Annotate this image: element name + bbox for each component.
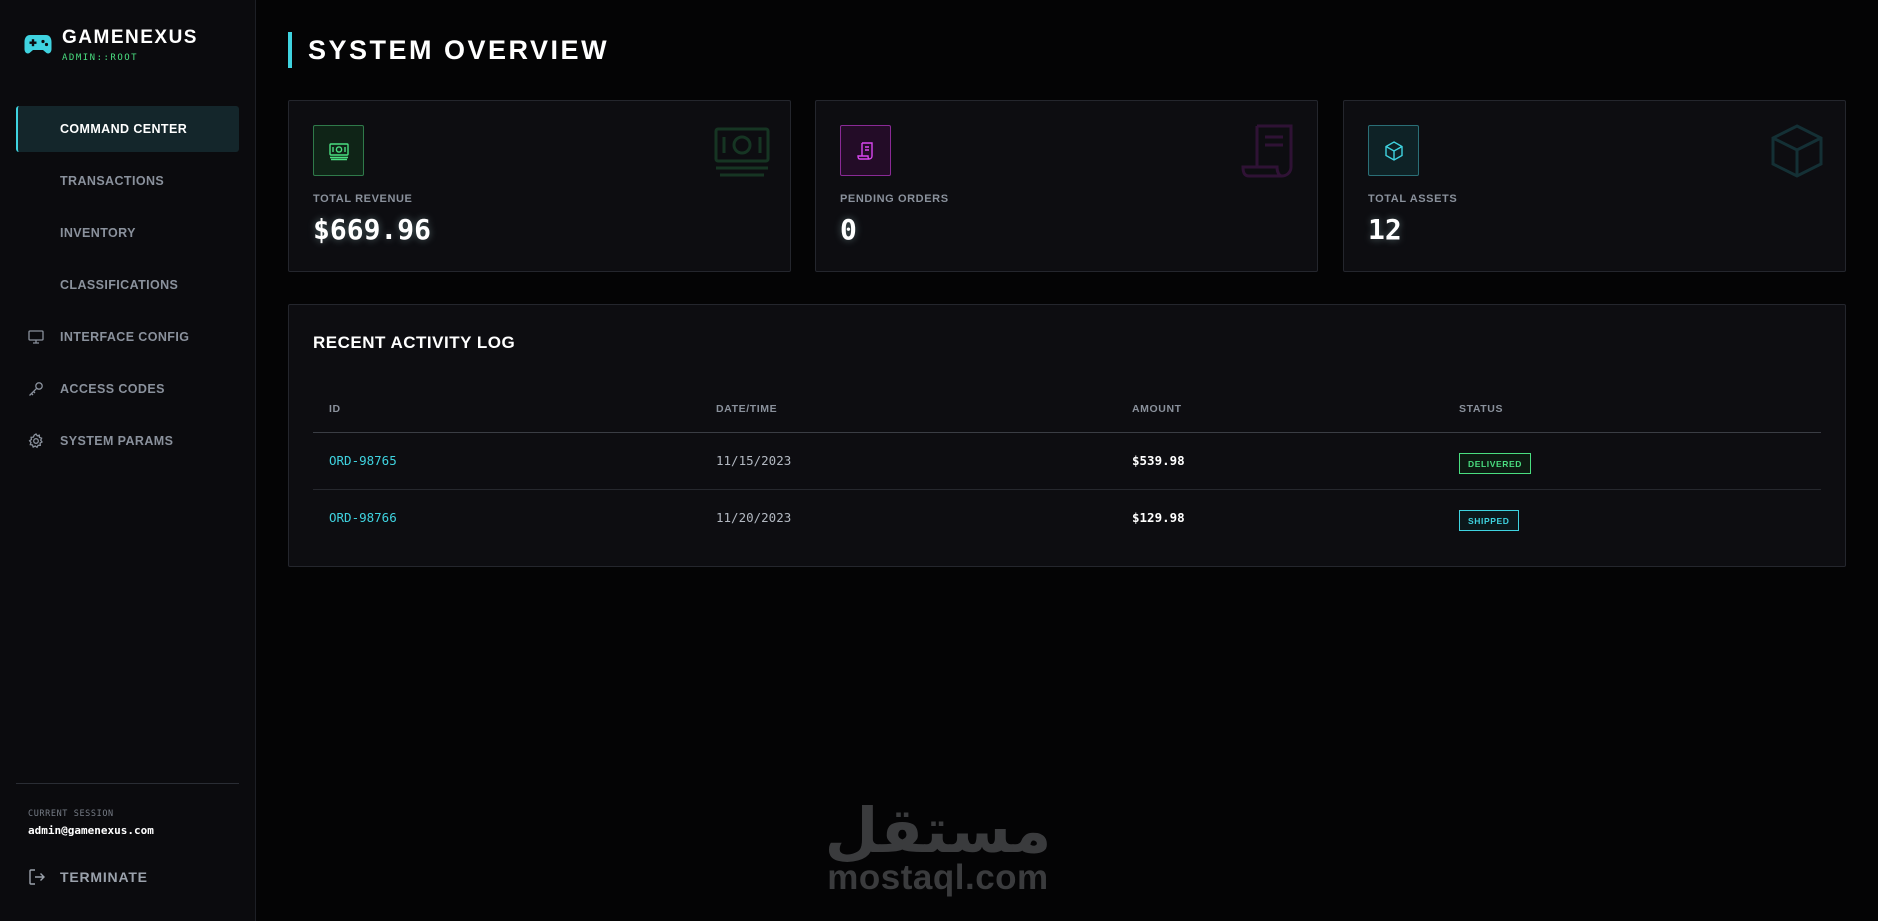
key-icon [29,382,43,396]
stat-label: PENDING ORDERS [840,193,949,205]
order-date: 11/20/2023 [716,510,792,525]
sidebar-item-label: SYSTEM PARAMS [60,434,174,448]
terminate-label: TERMINATE [60,869,148,885]
sidebar-item-transactions[interactable]: TRANSACTIONS [16,158,239,204]
stat-label: TOTAL REVENUE [313,193,413,205]
status-badge: DELIVERED [1459,453,1532,474]
sidebar-nav: COMMAND CENTER TRANSACTIONS INVENTORY CL… [16,106,239,470]
sidebar-item-system-params[interactable]: SYSTEM PARAMS [16,418,239,464]
sidebar: GAMENEXUS ADMIN::ROOT COMMAND CENTER TRA… [0,0,256,921]
page-title: SYSTEM OVERVIEW [308,34,610,65]
order-amount: $539.98 [1132,453,1185,468]
session-email: admin@gamenexus.com [28,824,154,837]
mostaql-watermark: مستقل mostaql.com [822,800,1054,898]
sidebar-item-label: COMMAND CENTER [60,122,188,136]
sidebar-item-command-center[interactable]: COMMAND CENTER [16,106,239,152]
stat-card-pending-orders: PENDING ORDERS 0 [815,100,1318,272]
stat-icon-box [1368,125,1419,176]
cash-icon [328,142,349,160]
cash-watermark-icon [714,127,770,177]
sidebar-divider [16,783,239,784]
session-label: CURRENT SESSION [28,809,114,819]
stat-card-total-assets: TOTAL ASSETS 12 [1343,100,1846,272]
order-id-link[interactable]: ORD-98766 [329,510,397,525]
stat-icon-box [313,125,364,176]
table-header: ID DATE/TIME AMOUNT STATUS [313,395,1821,433]
order-amount: $129.98 [1132,510,1185,525]
stat-label: TOTAL ASSETS [1368,193,1458,205]
status-badge: SHIPPED [1459,510,1519,531]
watermark-latin: mostaql.com [827,858,1049,897]
brand-name: GAMENEXUS [62,27,198,48]
logout-icon [29,869,45,885]
terminate-button[interactable]: TERMINATE [28,868,148,886]
sidebar-item-label: TRANSACTIONS [60,174,165,188]
cube-icon [1384,140,1403,161]
column-header-status: STATUS [1459,403,1504,415]
column-header-amount: AMOUNT [1132,403,1182,415]
sidebar-item-access-codes[interactable]: ACCESS CODES [16,366,239,412]
sidebar-item-interface-config[interactable]: INTERFACE CONFIG [16,314,239,360]
sidebar-item-label: INVENTORY [60,226,136,240]
activity-log-panel: RECENT ACTIVITY LOG ID DATE/TIME AMOUNT … [288,304,1846,567]
sidebar-item-classifications[interactable]: CLASSIFICATIONS [16,262,239,308]
activity-table: ID DATE/TIME AMOUNT STATUS ORD-98765 11/… [313,395,1821,547]
sidebar-item-label: ACCESS CODES [60,382,165,396]
table-row[interactable]: ORD-98766 11/20/2023 $129.98 SHIPPED [313,490,1821,547]
sidebar-item-inventory[interactable]: INVENTORY [16,210,239,256]
activity-log-title: RECENT ACTIVITY LOG [313,333,516,352]
stat-value: 0 [840,213,857,246]
stat-icon-box [840,125,891,176]
column-header-date: DATE/TIME [716,403,778,415]
sidebar-item-label: INTERFACE CONFIG [60,330,190,344]
stat-value: 12 [1368,213,1402,246]
page-header: SYSTEM OVERVIEW [288,32,609,68]
brand-role: ADMIN::ROOT [62,53,139,63]
receipt-icon [856,141,873,160]
receipt-watermark-icon [1241,124,1293,178]
order-id-link[interactable]: ORD-98765 [329,453,397,468]
watermark-arabic: مستقل [824,794,1052,867]
order-date: 11/15/2023 [716,453,792,468]
column-header-id: ID [329,403,341,415]
gamepad-icon [24,35,52,54]
title-accent-bar [288,32,292,68]
gear-icon [28,433,43,449]
cube-watermark-icon [1771,124,1823,178]
sidebar-item-label: CLASSIFICATIONS [60,278,179,292]
stat-card-revenue: TOTAL REVENUE $669.96 [288,100,791,272]
stat-value: $669.96 [313,213,432,246]
monitor-icon [28,330,44,344]
brand[interactable]: GAMENEXUS ADMIN::ROOT [24,26,198,63]
table-row[interactable]: ORD-98765 11/15/2023 $539.98 DELIVERED [313,433,1821,490]
